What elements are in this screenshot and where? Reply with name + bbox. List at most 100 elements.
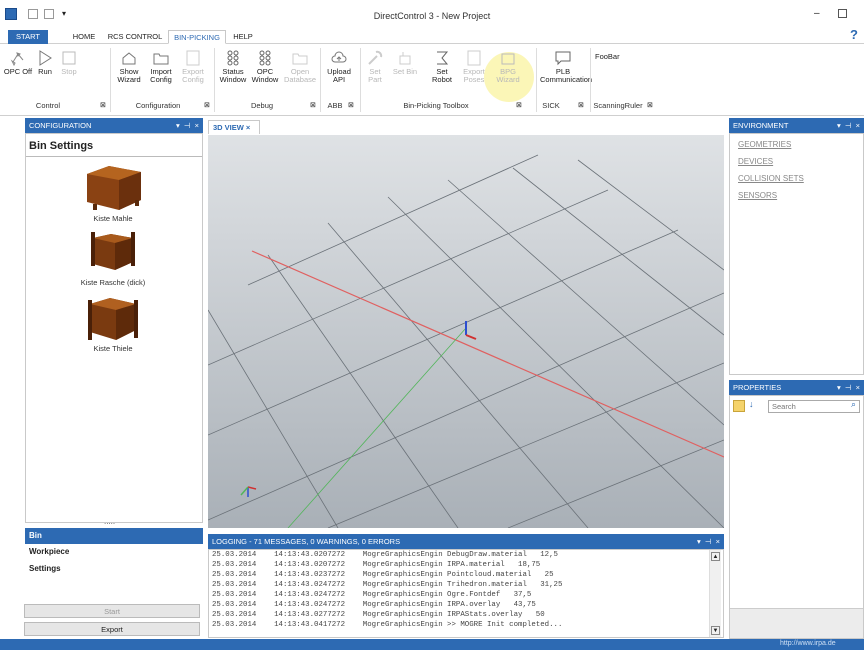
env-link-collision-sets[interactable]: COLLISION SETS bbox=[738, 174, 804, 183]
panel-splitter[interactable]: ..... bbox=[104, 517, 115, 526]
log-line: 25.03.2014 14:13:43.0247272 MogreGraphic… bbox=[212, 591, 532, 599]
scroll-down-icon[interactable]: ▼ bbox=[711, 626, 720, 635]
log-scrollbar[interactable]: ▲ ▼ bbox=[709, 550, 721, 637]
set-robot-button[interactable]: Set Robot bbox=[428, 50, 456, 84]
group-launcher[interactable]: ⊠ bbox=[310, 101, 316, 109]
tab-start[interactable]: START bbox=[8, 30, 48, 44]
folder-icon bbox=[153, 50, 169, 66]
log-line: 25.03.2014 14:13:43.0417272 MogreGraphic… bbox=[212, 621, 563, 629]
bin-settings-divider bbox=[26, 156, 202, 157]
properties-search-input[interactable] bbox=[768, 400, 860, 413]
bin-item-kiste-thiele[interactable]: Kiste Thiele bbox=[22, 296, 204, 353]
env-link-devices[interactable]: DEVICES bbox=[738, 157, 773, 166]
log-line: 25.03.2014 14:13:43.0207272 MogreGraphic… bbox=[212, 561, 541, 569]
group-launcher[interactable]: ⊠ bbox=[578, 101, 584, 109]
configuration-panel-header: CONFIGURATION ▾ ⊣ × bbox=[25, 118, 203, 133]
log-line: 25.03.2014 14:13:43.0247272 MogreGraphic… bbox=[212, 581, 563, 589]
ribbon-separator bbox=[360, 48, 361, 112]
group-label-bin-picking-toolbox: Bin-Picking Toolbox bbox=[403, 101, 469, 110]
stop-icon bbox=[61, 50, 77, 66]
panel-controls[interactable]: ▾ ⊣ × bbox=[176, 118, 199, 133]
group-launcher[interactable]: ⊠ bbox=[204, 101, 210, 109]
export-icon bbox=[466, 50, 482, 66]
tab-home[interactable]: HOME bbox=[64, 30, 104, 44]
maximize-button[interactable] bbox=[838, 9, 847, 18]
bin-item-kiste-rasche[interactable]: Kiste Rasche (dick) bbox=[22, 230, 204, 287]
wizard-icon bbox=[121, 50, 137, 66]
stop-button[interactable]: Stop bbox=[58, 50, 80, 76]
3d-viewport[interactable] bbox=[208, 135, 724, 528]
nav-settings[interactable]: Settings bbox=[25, 561, 203, 577]
environment-panel-header: ENVIRONMENT ▾ ⊣ × bbox=[729, 118, 864, 133]
properties-panel: ↓ ⌕ bbox=[729, 395, 864, 639]
import-config-button[interactable]: Import Config bbox=[146, 50, 176, 84]
crate-icon bbox=[91, 232, 135, 270]
bin-settings-title: Bin Settings bbox=[29, 140, 94, 152]
set-bin-button[interactable]: Set Bin bbox=[392, 50, 418, 76]
export-icon bbox=[185, 50, 201, 66]
log-line: 25.03.2014 14:13:43.0247272 MogreGraphic… bbox=[212, 601, 536, 609]
status-icon bbox=[225, 50, 241, 66]
network-icon bbox=[10, 50, 26, 67]
opc-window-button[interactable]: OPC Window bbox=[249, 50, 281, 84]
export-config-button[interactable]: Export Config bbox=[178, 50, 208, 84]
ribbon-separator bbox=[214, 48, 215, 112]
status-url[interactable]: http://www.irpa.de bbox=[780, 640, 836, 647]
ribbon-tabs: START HOME RCS CONTROL BIN-PICKING HELP … bbox=[0, 27, 864, 44]
open-database-button[interactable]: Open Database bbox=[282, 50, 318, 84]
sort-alphabetical-icon[interactable]: ↓ bbox=[749, 399, 754, 409]
tab-help[interactable]: HELP bbox=[228, 30, 258, 44]
nav-bin[interactable]: Bin bbox=[25, 528, 203, 544]
opc-off-button[interactable]: OPC Off bbox=[2, 50, 34, 76]
properties-footer bbox=[730, 608, 863, 638]
env-link-sensors[interactable]: SENSORS bbox=[738, 191, 777, 200]
panel-controls[interactable]: ▾ ⊣ × bbox=[837, 380, 860, 395]
ribbon-separator bbox=[110, 48, 111, 112]
properties-panel-header: PROPERTIES ▾ ⊣ × bbox=[729, 380, 864, 395]
view-tab[interactable]: 3D VIEW × bbox=[208, 120, 260, 134]
ribbon-separator bbox=[590, 48, 591, 112]
group-launcher[interactable]: ⊠ bbox=[100, 101, 106, 109]
start-button[interactable]: Start bbox=[24, 604, 200, 618]
bin-settings-panel: Bin Settings Kiste Mahle Kiste Rasche (d… bbox=[25, 133, 203, 523]
group-launcher[interactable]: ⊠ bbox=[647, 101, 653, 109]
log-line: 25.03.2014 14:13:43.0277272 MogreGraphic… bbox=[212, 611, 545, 619]
environment-panel: GEOMETRIES DEVICES COLLISION SETS SENSOR… bbox=[729, 133, 864, 375]
crate-icon bbox=[87, 166, 141, 210]
categorized-icon[interactable] bbox=[733, 400, 745, 412]
minimize-button[interactable]: – bbox=[814, 8, 820, 19]
panel-controls[interactable]: ▾ ⊣ × bbox=[837, 118, 860, 133]
cloud-upload-icon bbox=[331, 50, 347, 66]
help-button[interactable]: ? bbox=[850, 27, 858, 42]
log-line: 25.03.2014 14:13:43.0207272 MogreGraphic… bbox=[212, 551, 558, 559]
group-launcher[interactable]: ⊠ bbox=[516, 101, 522, 109]
ribbon-separator bbox=[320, 48, 321, 112]
plb-communication-button[interactable]: PLB Communication bbox=[540, 50, 592, 84]
status-window-button[interactable]: Status Window bbox=[217, 50, 249, 84]
export-button[interactable]: Export bbox=[24, 622, 200, 636]
bpg-wizard-button[interactable]: BPG Wizard bbox=[493, 50, 523, 84]
logging-panel-header: LOGGING - 71 MESSAGES, 0 WARNINGS, 0 ERR… bbox=[208, 534, 724, 549]
group-label-scanningruler: ScanningRuler bbox=[593, 101, 643, 110]
database-icon bbox=[292, 50, 308, 66]
robot-icon bbox=[434, 50, 450, 66]
group-launcher[interactable]: ⊠ bbox=[348, 101, 354, 109]
panel-controls[interactable]: ▾ ⊣ × bbox=[697, 534, 720, 549]
scroll-up-icon[interactable]: ▲ bbox=[711, 552, 720, 561]
group-label-abb: ABB bbox=[327, 101, 343, 110]
set-part-button[interactable]: Set Part bbox=[362, 50, 388, 84]
upload-api-button[interactable]: Upload API bbox=[324, 50, 354, 84]
tab-bin-picking[interactable]: BIN-PICKING bbox=[168, 30, 226, 44]
tab-rcs-control[interactable]: RCS CONTROL bbox=[104, 30, 166, 44]
search-icon[interactable]: ⌕ bbox=[851, 399, 856, 410]
title-bar: ▾ DirectControl 3 - New Project – bbox=[0, 0, 864, 30]
env-link-geometries[interactable]: GEOMETRIES bbox=[738, 140, 791, 149]
crate-icon bbox=[88, 298, 138, 340]
window-title: DirectControl 3 - New Project bbox=[373, 11, 491, 21]
run-button[interactable]: Run bbox=[34, 50, 56, 76]
foobar-label: FooBar bbox=[595, 52, 620, 61]
show-wizard-button[interactable]: Show Wizard bbox=[114, 50, 144, 84]
nav-workpiece[interactable]: Workpiece bbox=[25, 544, 203, 560]
group-label-configuration: Configuration bbox=[135, 101, 181, 110]
bin-item-kiste-mahle[interactable]: Kiste Mahle bbox=[22, 164, 204, 223]
